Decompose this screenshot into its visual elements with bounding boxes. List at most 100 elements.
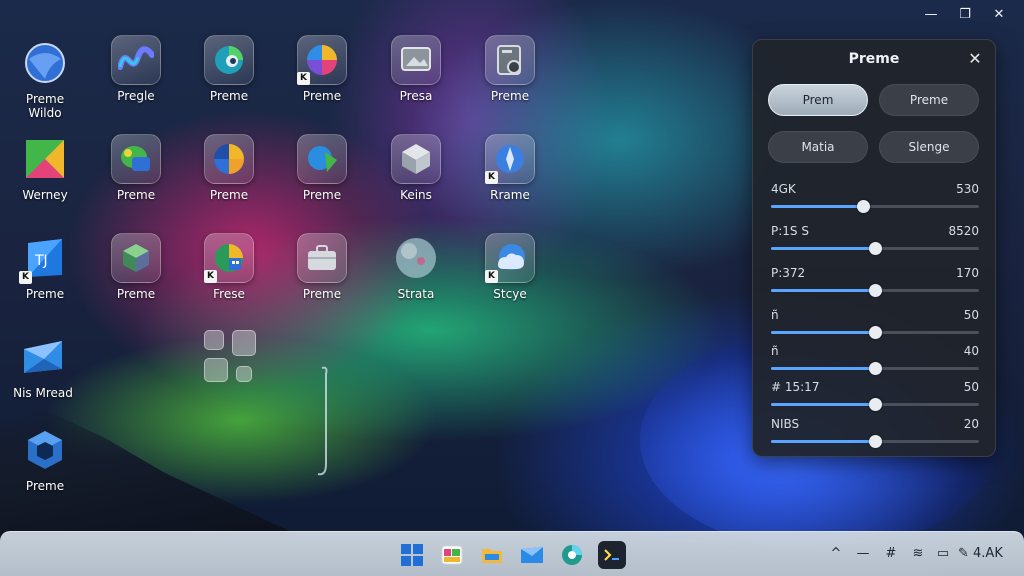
tray-chevron-icon[interactable]: ^ (828, 546, 844, 564)
slider-track[interactable] (771, 326, 979, 339)
start-icon[interactable] (398, 541, 426, 569)
desktop-icon[interactable]: TJ K Preme (5, 233, 85, 301)
slider-thumb[interactable] (856, 200, 870, 213)
slider-thumb[interactable] (869, 242, 882, 255)
wave-logo-icon (111, 35, 161, 85)
minimize-button[interactable]: — (914, 6, 948, 22)
mode-button-matia[interactable]: Matia (768, 131, 868, 163)
gallery-icon[interactable] (438, 541, 466, 569)
slider-track[interactable] (771, 362, 979, 375)
desktop-icon-label: Stcye (493, 287, 527, 301)
clock-text: 4.AK (973, 546, 1003, 561)
desktop-icon[interactable]: Strata (376, 233, 456, 301)
desktop-icon-label: Nis Mread (13, 386, 73, 400)
box-icon (111, 233, 161, 283)
desktop-icon[interactable]: Werney (5, 134, 85, 202)
group-tile-icon (236, 366, 252, 382)
slider-label: ñ (771, 308, 779, 322)
desktop-icon-label: Werney (22, 188, 68, 202)
desktop-icon[interactable]: Preme (5, 425, 85, 493)
mode-button-slenge[interactable]: Slenge (879, 131, 979, 163)
globe-blue-icon (20, 38, 70, 88)
desktop-icon[interactable]: Preme (189, 134, 269, 202)
slider-thumb[interactable] (869, 284, 882, 297)
svg-text:TJ: TJ (34, 253, 48, 269)
desktop-icon-label: Preme (25, 479, 65, 493)
slider-thumb[interactable] (869, 398, 882, 411)
file-explorer-icon[interactable] (478, 541, 506, 569)
desktop-icon[interactable]: Preme (282, 233, 362, 301)
desktop-icon[interactable]: Nis Mread (3, 332, 83, 400)
desktop-icon[interactable]: Preme (189, 35, 269, 103)
shield-logo-icon: TJ K (19, 233, 70, 284)
slider-track[interactable] (771, 200, 979, 213)
picture-frame-icon (391, 35, 441, 85)
desktop-icon[interactable]: Pregle (96, 35, 176, 103)
slider-fill (771, 367, 875, 370)
slider-label: P:372 (771, 266, 806, 280)
text-cursor-icon (317, 366, 328, 476)
slider-value: 20 (963, 417, 979, 431)
cloud-disc-icon: K (485, 233, 535, 283)
desktop-icon-label: Preme (116, 188, 156, 202)
paint-blob-icon (111, 134, 161, 184)
desktop-icon-label: Preme (116, 287, 156, 301)
group-tile-icon (204, 330, 224, 350)
hexagon-logo-icon (20, 425, 70, 475)
desktop-icon[interactable]: Preme (96, 134, 176, 202)
panel-close-button[interactable]: ✕ (965, 49, 985, 69)
slider-fill (771, 403, 875, 406)
slider-value: 50 (963, 380, 979, 394)
slider-label: NIBS (771, 417, 800, 431)
window-controls: — ❐ ✕ (914, 6, 1016, 22)
slider-track[interactable] (771, 284, 979, 297)
panel-title: Preme (848, 51, 900, 67)
terminal-icon[interactable] (598, 541, 626, 569)
slider-fill (771, 205, 863, 208)
settings-panel: Preme ✕ Prem Preme Matia Slenge 4GK 530 … (752, 39, 996, 457)
slider-thumb[interactable] (869, 362, 882, 375)
slider-thumb[interactable] (869, 435, 882, 448)
volume-icon[interactable]: ≋ (908, 546, 928, 564)
desktop-icon[interactable]: Preme (96, 233, 176, 301)
shortcut-arrow-icon: K (19, 271, 32, 284)
battery-icon[interactable]: ▭ (934, 546, 952, 564)
slider-fill (771, 247, 875, 250)
cube-icon (391, 134, 441, 184)
browser-icon[interactable] (558, 541, 586, 569)
desktop-icon-label: Preme Wildo (25, 92, 65, 120)
tray-dash-icon[interactable]: — (854, 546, 872, 564)
slider-thumb[interactable] (869, 326, 882, 339)
desktop-icon[interactable]: Keins (376, 134, 456, 202)
icon-group[interactable] (204, 330, 258, 384)
group-tile-icon (204, 358, 228, 382)
desktop-icon[interactable]: K Stcye (470, 233, 550, 301)
slider-value: 530 (956, 182, 979, 196)
desktop-icon[interactable]: Preme Wildo (5, 38, 85, 120)
desktop-icon[interactable]: K Preme (282, 35, 362, 103)
desktop-icon[interactable]: Preme (282, 134, 362, 202)
close-button[interactable]: ✕ (982, 6, 1016, 22)
clock[interactable]: ✎ 4.AK (958, 546, 1014, 564)
desktop-icon[interactable]: K Rrame (470, 134, 550, 202)
slider-track[interactable] (771, 398, 979, 411)
shortcut-arrow-icon: K (297, 72, 310, 85)
mode-button-preme[interactable]: Preme (879, 84, 979, 116)
mode-button-prem[interactable]: Prem (768, 84, 868, 116)
slider-track[interactable] (771, 435, 979, 448)
slider-track[interactable] (771, 242, 979, 255)
taskbar: ^ — # ≋ ▭ ✎ 4.AK (0, 531, 1024, 576)
network-icon[interactable]: # (882, 546, 900, 564)
desktop-icon[interactable]: Preme (470, 35, 550, 103)
desktop-icon[interactable]: Presa (376, 35, 456, 103)
slider-value: 50 (963, 308, 979, 322)
desktop-icon-label: Frese (213, 287, 245, 301)
slider-label: ñ (771, 344, 779, 358)
desktop-icon-label: Rrame (490, 188, 530, 202)
mail-icon[interactable] (518, 541, 546, 569)
envelope-3d-icon (18, 332, 68, 382)
restore-button[interactable]: ❐ (948, 6, 982, 22)
slider-value: 170 (956, 266, 979, 280)
desktop-icon-label: Preme (302, 287, 342, 301)
desktop-icon[interactable]: K Frese (189, 233, 269, 301)
